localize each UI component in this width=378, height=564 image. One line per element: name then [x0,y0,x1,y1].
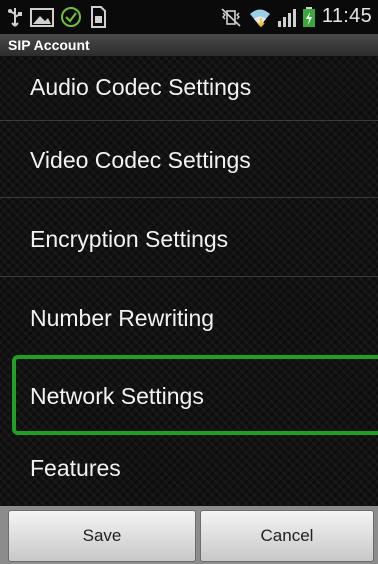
settings-list: Audio Codec Settings Video Codec Setting… [0,57,378,504]
menu-item-label: Network Settings [30,383,204,409]
menu-item-label: Number Rewriting [30,305,215,331]
button-bar: Save Cancel [0,506,378,564]
status-bar: 11:45 [0,0,378,34]
menu-item-label: Features [30,455,121,481]
menu-item-features[interactable]: Features [0,441,378,503]
menu-item-number-rewriting[interactable]: Number Rewriting [0,288,378,350]
clock: 11:45 [321,5,372,27]
menu-item-encryption-settings[interactable]: Encryption Settings [0,208,378,270]
menu-item-video-codec-settings[interactable]: Video Codec Settings [0,129,378,191]
no-vibrate-icon [221,8,241,27]
divider [0,197,378,198]
signal-icon [278,9,296,27]
save-button[interactable]: Save [8,510,196,562]
usb-icon [8,8,22,27]
menu-item-label: Encryption Settings [30,226,229,252]
title-bar: SIP Account [0,34,378,57]
sim-card-icon [91,6,106,28]
menu-item-network-settings[interactable]: Network Settings [12,355,378,435]
cancel-button[interactable]: Cancel [200,510,374,562]
battery-icon [303,7,315,27]
check-circle-icon [61,7,81,27]
divider [0,120,378,121]
menu-item-label: Audio Codec Settings [30,74,252,100]
screen: 11:45 SIP Account Audio Codec Settings V… [0,0,378,564]
menu-item-audio-codec-settings[interactable]: Audio Codec Settings [0,57,378,119]
menu-item-label: Video Codec Settings [30,147,251,173]
image-icon [30,8,54,27]
wifi-icon [250,9,270,28]
page-title: SIP Account [8,37,90,53]
divider [0,276,378,277]
